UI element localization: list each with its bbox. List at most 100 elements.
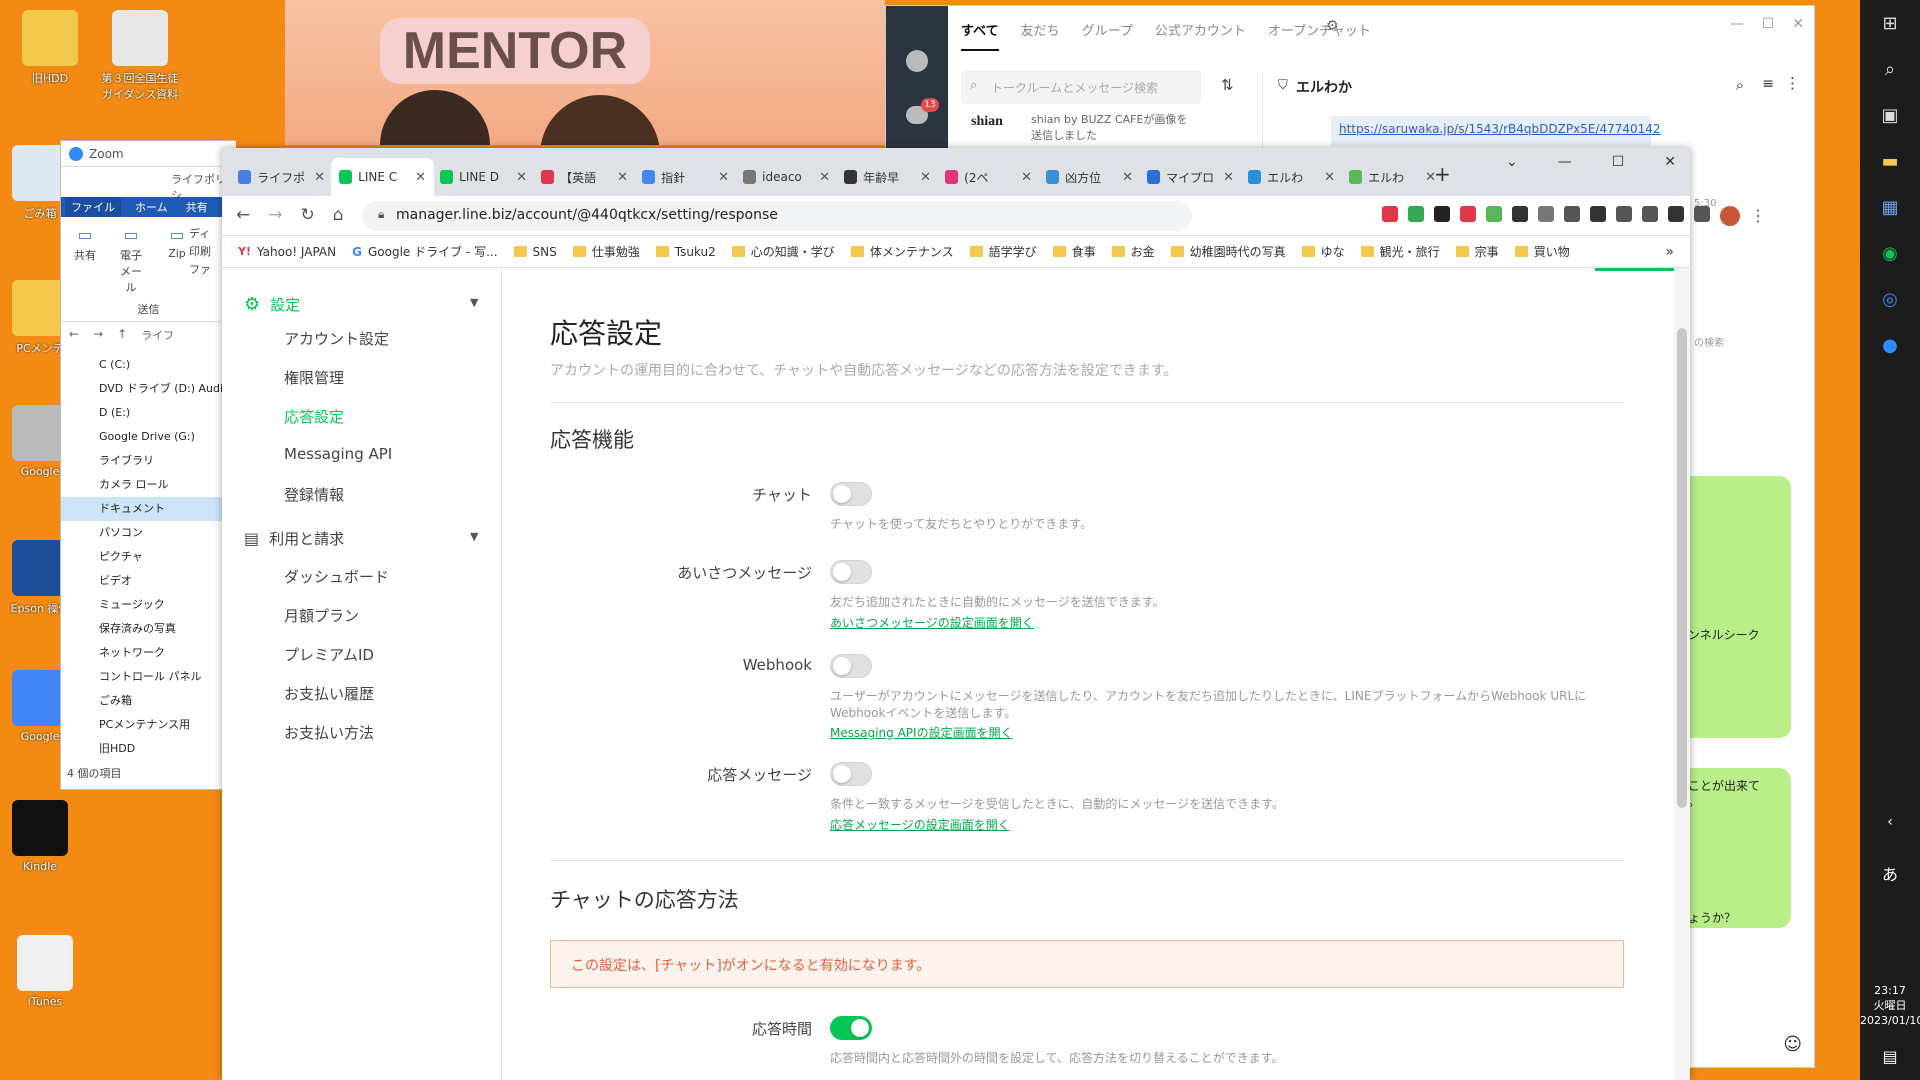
extension-icon[interactable] [1434, 206, 1450, 222]
chevron-down-icon[interactable]: ▼ [470, 530, 478, 543]
line-search-input[interactable]: トークルームとメッセージ検索 [961, 70, 1201, 104]
setting-link[interactable]: あいさつメッセージの設定画面を開く [830, 614, 1034, 631]
maximize-icon[interactable]: ☐ [1612, 154, 1625, 170]
tree-item[interactable]: PCメンテナンス用 [61, 713, 236, 737]
line-tab[interactable]: すべて [961, 20, 999, 51]
bookmark-item[interactable]: 観光・旅行 [1360, 243, 1440, 260]
nav-item[interactable]: Messaging API [284, 445, 392, 463]
tree-item[interactable]: コントロール パネル [61, 665, 236, 689]
shared-link[interactable]: https://saruwaka.jp/s/1543/rB4qbDDZPx5E/… [1331, 116, 1661, 146]
tab-close-icon[interactable]: ✕ [314, 170, 325, 185]
ribbon-button[interactable]: ▭ 共有 [69, 225, 101, 295]
close-icon[interactable]: ✕ [1664, 154, 1676, 170]
extension-icon[interactable] [1668, 206, 1684, 222]
tree-item[interactable]: DVD ドライブ (D:) Audio [61, 377, 236, 401]
ribbon-tab[interactable]: 共有 [182, 197, 212, 217]
zoom-icon[interactable]: ● [1860, 322, 1920, 368]
nav-section-settings[interactable]: ⚙ 設定 [244, 294, 300, 315]
ribbon-tab[interactable]: ホーム [131, 197, 172, 217]
nav-item[interactable]: ダッシュボード [284, 566, 389, 587]
bookmark-item[interactable]: 幼稚園時代の写真 [1170, 243, 1286, 260]
bookmark-item[interactable]: Tsuku2 [655, 245, 716, 259]
file-explorer-icon[interactable]: ▬ [1860, 138, 1920, 184]
extension-icon[interactable] [1616, 206, 1632, 222]
extension-icon[interactable] [1512, 206, 1528, 222]
line-tab[interactable]: オープンチャット [1268, 20, 1371, 51]
ribbon-small-button[interactable]: 印刷 [189, 243, 211, 261]
extension-icon[interactable] [1382, 206, 1398, 222]
ribbon-small-button[interactable]: ディ [189, 225, 211, 243]
setting-link[interactable]: Messaging APIの設定画面を開く [830, 724, 1013, 741]
tab-close-icon[interactable]: ✕ [1021, 170, 1032, 185]
tree-item[interactable]: ピクチャ [61, 545, 236, 569]
back-icon[interactable]: ← [69, 327, 79, 343]
bookmark-item[interactable]: 心の知識・学び [731, 243, 835, 260]
setting-toggle[interactable] [830, 654, 872, 678]
profile-avatar[interactable] [1720, 206, 1740, 226]
photos-icon[interactable]: ▦ [1860, 184, 1920, 230]
bookmark-item[interactable]: Y! Yahoo! JAPAN [238, 245, 336, 259]
close-icon[interactable]: ✕ [1792, 16, 1804, 32]
tab-search-icon[interactable]: ⌄ [1506, 154, 1518, 170]
tree-item[interactable]: ミュージック [61, 593, 236, 617]
bookmark-item[interactable]: 語学学び [969, 243, 1037, 260]
more-icon[interactable]: ⋮ [1785, 74, 1800, 92]
extension-icon[interactable] [1590, 206, 1606, 222]
address-bar[interactable]: manager.line.biz/account/@440qtkcx/setti… [362, 201, 1192, 231]
line-tab[interactable]: 公式アカウント [1155, 20, 1246, 51]
tab-close-icon[interactable]: ✕ [415, 170, 426, 185]
windows-start-icon[interactable]: ⊞ [1860, 0, 1920, 46]
setting-toggle[interactable] [830, 482, 872, 506]
search-icon[interactable]: ⌕ [1736, 76, 1744, 94]
browser-tab[interactable]: LINE D ✕ [432, 158, 535, 196]
tab-close-icon[interactable]: ✕ [617, 170, 628, 185]
browser-tab[interactable]: エルわ ✕ [1240, 158, 1343, 196]
minimize-icon[interactable]: — [1558, 154, 1572, 170]
desktop-icon[interactable]: iTunes [5, 935, 85, 1008]
tree-item[interactable]: ドキュメント [61, 497, 236, 521]
notification-icon[interactable]: ▤ [1860, 1047, 1920, 1066]
tree-item[interactable]: 旧HDD [61, 737, 236, 761]
bookmark-item[interactable]: SNS [513, 245, 557, 259]
nav-item[interactable]: 権限管理 [284, 367, 344, 388]
extension-icon[interactable] [1408, 206, 1424, 222]
browser-tab[interactable]: (2ペ ✕ [937, 158, 1040, 196]
tree-item[interactable]: 保存済みの写真 [61, 617, 236, 641]
tree-item[interactable]: ごみ箱 [61, 689, 236, 713]
up-icon[interactable]: ↑ [117, 327, 127, 343]
friends-icon[interactable] [906, 50, 928, 72]
setting-toggle[interactable] [830, 560, 872, 584]
bookmark-item[interactable]: 仕事勉強 [572, 243, 640, 260]
ribbon-small-button[interactable]: ファ [189, 261, 211, 279]
forward-icon[interactable]: → [93, 327, 103, 343]
sort-icon[interactable]: ⇅ [1221, 76, 1234, 94]
scrollbar-thumb[interactable] [1677, 328, 1687, 808]
bookmark-item[interactable]: G Google ドライブ - 写... [352, 243, 497, 260]
back-icon[interactable]: ← [236, 205, 250, 225]
line-icon[interactable]: ◉ [1860, 230, 1920, 276]
chrome-icon[interactable]: ◎ [1860, 276, 1920, 322]
minimize-icon[interactable]: — [1730, 16, 1744, 32]
emoji-icon[interactable]: ☺ [1783, 1034, 1802, 1055]
browser-tab[interactable]: LINE C ✕ [331, 158, 434, 196]
browser-tab[interactable]: 【英語 ✕ [533, 158, 636, 196]
extension-icon[interactable] [1460, 206, 1476, 222]
extension-icon[interactable] [1538, 206, 1554, 222]
tab-close-icon[interactable]: ✕ [718, 170, 729, 185]
setting-toggle[interactable] [830, 762, 872, 786]
browser-tab[interactable]: 凶方位 ✕ [1038, 158, 1141, 196]
tree-item[interactable]: C (C:) [61, 353, 236, 377]
chevron-right-icon[interactable]: » [1665, 244, 1674, 260]
browser-tab[interactable]: 指針 ✕ [634, 158, 737, 196]
ribbon-tab[interactable]: ファイル [65, 197, 121, 217]
bookmark-item[interactable]: 食事 [1052, 243, 1096, 260]
tab-close-icon[interactable]: ✕ [920, 170, 931, 185]
path[interactable]: ライフ [141, 327, 174, 343]
clock[interactable]: 23:17 火曜日 2023/01/10 [1860, 983, 1920, 1028]
tab-close-icon[interactable]: ✕ [1122, 170, 1133, 185]
tab-close-icon[interactable]: ✕ [1223, 170, 1234, 185]
nav-item[interactable]: 応答設定 [284, 406, 344, 427]
browser-tab[interactable]: ideaco ✕ [735, 158, 838, 196]
home-icon[interactable]: ⌂ [333, 205, 344, 225]
extension-icon[interactable] [1564, 206, 1580, 222]
